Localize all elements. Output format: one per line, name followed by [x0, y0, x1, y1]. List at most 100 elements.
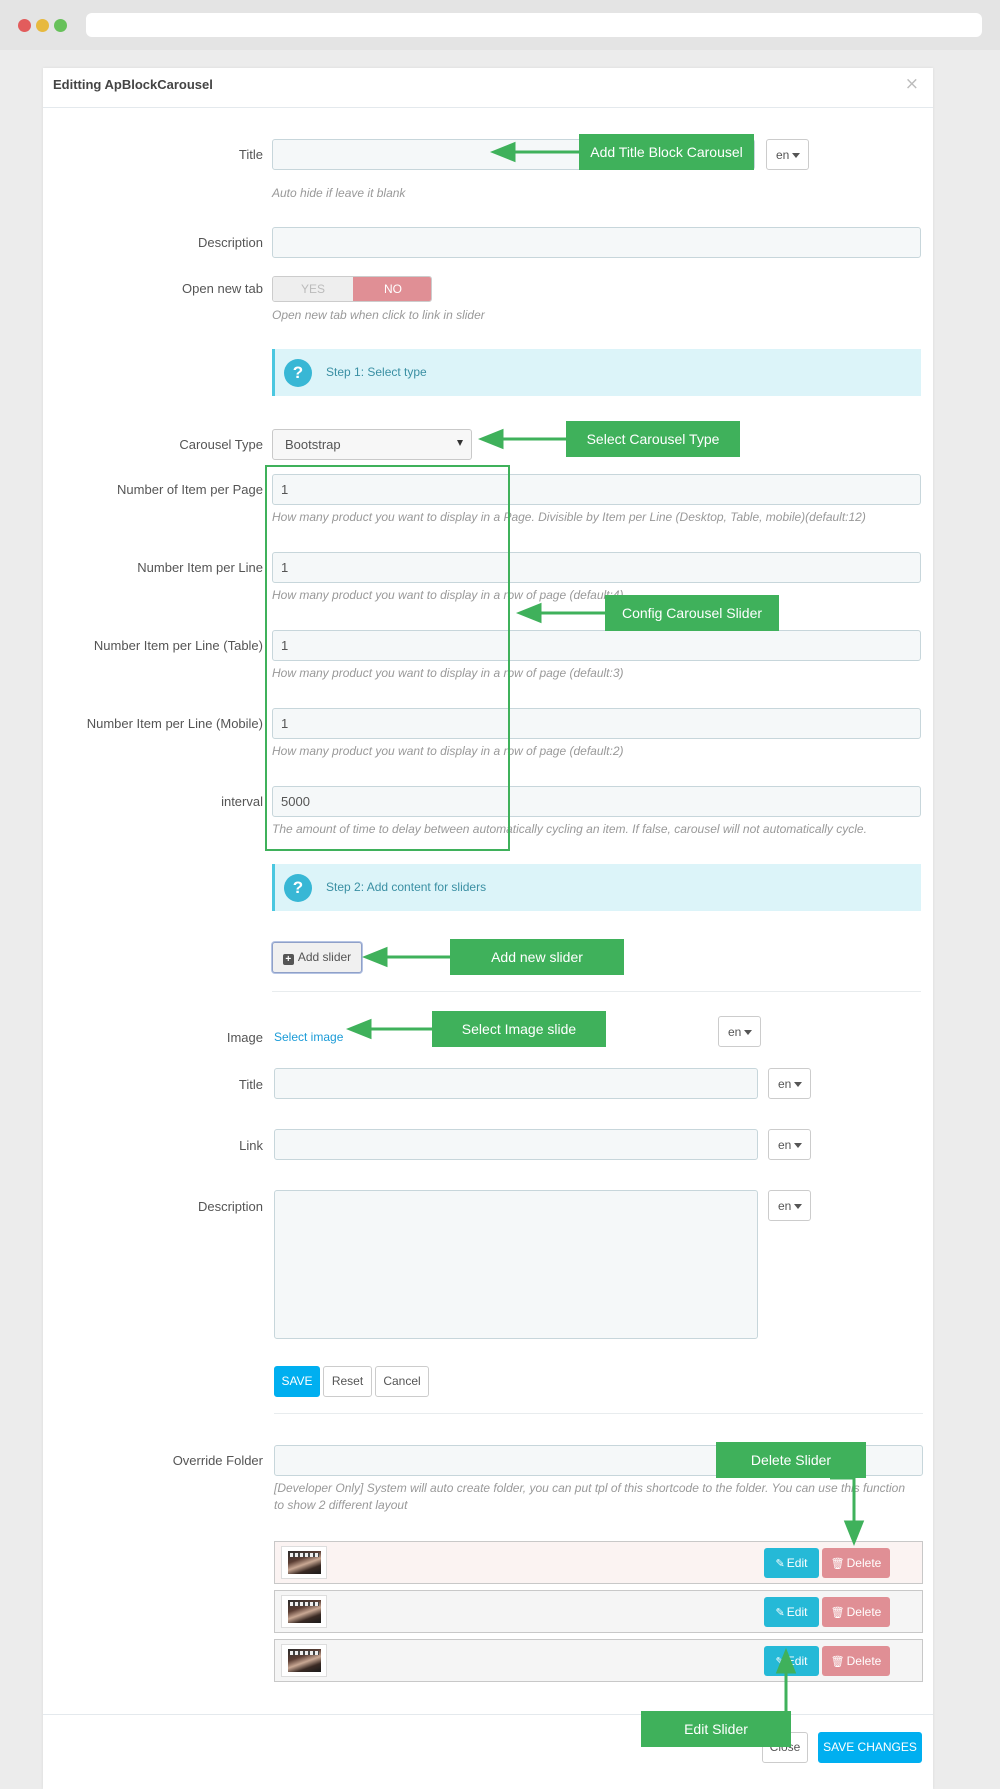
delete-slider-button[interactable]: 🗑 Delete [822, 1597, 890, 1627]
slide-save-button[interactable]: SAVE [274, 1366, 320, 1397]
edit-label: Edit [786, 1556, 808, 1570]
step1-text: Step 1: Select type [326, 365, 427, 379]
lang-code: en [776, 148, 790, 162]
slider-item: ✎ Edit 🗑 Delete [274, 1541, 923, 1584]
callout-add-new: Add new slider [450, 939, 624, 975]
callout-select-image: Select Image slide [432, 1011, 606, 1047]
modal-title: Editting ApBlockCarousel [53, 77, 213, 92]
modal-header: Editting ApBlockCarousel × [43, 68, 933, 108]
edit-label: Edit [786, 1654, 808, 1668]
delete-label: Delete [846, 1605, 882, 1619]
config-highlight-box [265, 465, 510, 851]
delete-slider-button[interactable]: 🗑 Delete [822, 1646, 890, 1676]
slide-title-label: Title [238, 1077, 263, 1092]
modal-footer-divider [43, 1714, 933, 1715]
slider-item: ✎ Edit 🗑 Delete [274, 1639, 923, 1682]
question-circle-icon: ? [284, 874, 312, 902]
window-minimize-dot[interactable] [36, 19, 49, 32]
trash-icon: 🗑 [830, 1558, 845, 1570]
image-lang-select[interactable]: en [718, 1016, 761, 1047]
slider-thumbnail-image [288, 1600, 321, 1623]
description-input[interactable] [272, 227, 921, 258]
slider-thumbnail [281, 1644, 327, 1677]
open-new-tab-label: Open new tab [182, 281, 263, 296]
select-image-link[interactable]: Select image [274, 1030, 343, 1044]
callout-add-title: Add Title Block Carousel [579, 134, 754, 170]
title-help: Auto hide if leave it blank [272, 186, 406, 200]
slider-item: ✎ Edit 🗑 Delete [274, 1590, 923, 1633]
pencil-icon: ✎ [775, 1607, 785, 1619]
interval-label: interval [221, 794, 263, 809]
browser-chrome [0, 0, 1000, 50]
slider-thumbnail [281, 1546, 327, 1579]
trash-icon: 🗑 [830, 1607, 845, 1619]
open-new-tab-help: Open new tab when click to link in slide… [272, 308, 485, 322]
callout-delete-slider: Delete Slider [716, 1442, 866, 1478]
title-lang-select[interactable]: en [766, 139, 809, 170]
pencil-icon: ✎ [775, 1656, 785, 1668]
carousel-type-select[interactable]: Bootstrap [272, 429, 472, 460]
edit-modal: Editting ApBlockCarousel × Title en Auto… [43, 68, 933, 1789]
address-bar[interactable] [86, 13, 982, 37]
save-changes-button[interactable]: SAVE CHANGES [818, 1732, 922, 1763]
lang-code: en [778, 1199, 792, 1213]
delete-label: Delete [846, 1654, 882, 1668]
slide-link-lang-select[interactable]: en [768, 1129, 811, 1160]
slide-reset-button[interactable]: Reset [323, 1366, 372, 1397]
carousel-type-label: Carousel Type [179, 437, 263, 452]
items-per-page-label: Number of Item per Page [117, 482, 263, 497]
description-label: Description [197, 235, 263, 250]
lang-code: en [778, 1077, 792, 1091]
trash-icon: 🗑 [830, 1656, 845, 1668]
step1-alert: ? Step 1: Select type [272, 349, 921, 396]
edit-label: Edit [786, 1605, 808, 1619]
edit-slider-button[interactable]: ✎ Edit [764, 1646, 819, 1676]
slide-cancel-button[interactable]: Cancel [375, 1366, 429, 1397]
chevron-down-icon [794, 1143, 803, 1148]
slider-thumbnail [281, 1595, 327, 1628]
items-per-line-label: Number Item per Line [137, 560, 263, 575]
open-new-tab-switch[interactable]: YES NO [272, 276, 432, 302]
lang-code: en [728, 1025, 742, 1039]
delete-label: Delete [846, 1556, 882, 1570]
divider [274, 1413, 923, 1414]
image-label: Image [226, 1030, 263, 1045]
carousel-type-value: Bootstrap [285, 437, 341, 452]
add-slider-button[interactable]: + Add slider [272, 942, 362, 973]
chevron-down-icon [794, 1204, 803, 1209]
step2-text: Step 2: Add content for sliders [326, 880, 487, 894]
override-folder-help: [Developer Only] System will auto create… [274, 1481, 906, 1512]
override-folder-label: Override Folder [172, 1453, 263, 1468]
divider [272, 991, 921, 992]
slide-link-input[interactable] [274, 1129, 758, 1160]
slider-thumbnail-image [288, 1649, 321, 1672]
callout-select-type: Select Carousel Type [566, 421, 740, 457]
window-maximize-dot[interactable] [54, 19, 67, 32]
chevron-down-icon [792, 153, 801, 158]
title-label: Title [238, 147, 263, 162]
plus-square-icon: + [282, 954, 294, 965]
question-circle-icon: ? [284, 359, 312, 387]
edit-slider-button[interactable]: ✎ Edit [764, 1548, 819, 1578]
callout-config: Config Carousel Slider [605, 595, 779, 631]
switch-no[interactable]: NO [353, 277, 431, 301]
chevron-down-icon [744, 1030, 753, 1035]
slide-description-lang-select[interactable]: en [768, 1190, 811, 1221]
add-slider-label: Add slider [297, 950, 352, 964]
window-close-dot[interactable] [18, 19, 31, 32]
slide-description-textarea[interactable] [274, 1190, 758, 1339]
lang-code: en [778, 1138, 792, 1152]
slider-thumbnail-image [288, 1551, 321, 1574]
edit-slider-button[interactable]: ✎ Edit [764, 1597, 819, 1627]
select-arrow-icon [457, 440, 463, 446]
items-per-line-table-label: Number Item per Line (Table) [93, 638, 263, 653]
pencil-icon: ✎ [775, 1558, 785, 1570]
slide-link-label: Link [239, 1138, 263, 1153]
close-icon[interactable]: × [905, 74, 919, 94]
switch-yes[interactable]: YES [273, 277, 353, 301]
items-per-line-mobile-label: Number Item per Line (Mobile) [86, 716, 263, 731]
slide-title-lang-select[interactable]: en [768, 1068, 811, 1099]
delete-slider-button[interactable]: 🗑 Delete [822, 1548, 890, 1578]
chevron-down-icon [794, 1082, 803, 1087]
slide-title-input[interactable] [274, 1068, 758, 1099]
